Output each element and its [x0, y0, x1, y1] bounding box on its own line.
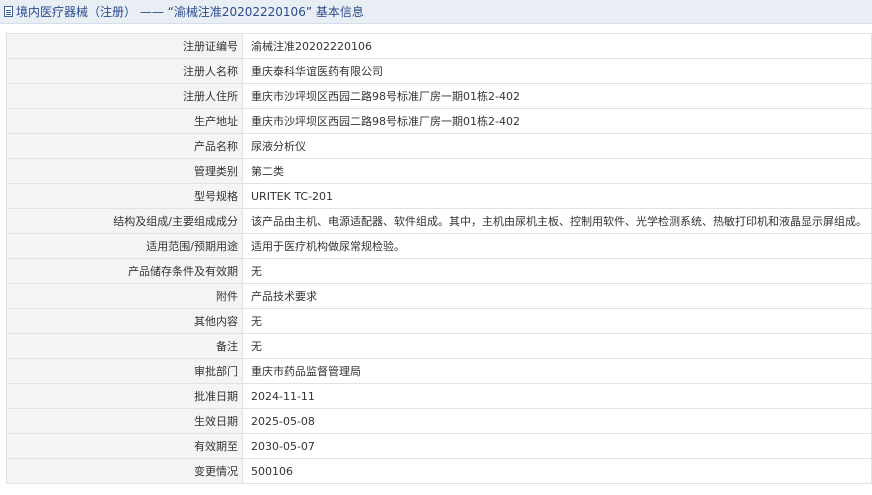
- row-value: 适用于医疗机构做尿常规检验。: [242, 233, 872, 259]
- info-table: 注册证编号 渝械注准20202220106 注册人名称 重庆泰科华谊医药有限公司…: [6, 33, 872, 484]
- table-row: 结构及组成/主要组成成分 该产品由主机、电源适配器、软件组成。其中，主机由尿机主…: [6, 208, 872, 234]
- page-title: 境内医疗器械（注册） —— “渝械注准20202220106” 基本信息: [16, 5, 364, 19]
- table-row: 其他内容 无: [6, 308, 872, 334]
- table-row: 批准日期 2024-11-11: [6, 383, 872, 409]
- table-row: 注册人住所 重庆市沙坪坝区西园二路98号标准厂房一期01栋2-402: [6, 83, 872, 109]
- row-label: 备注: [6, 333, 243, 359]
- row-value: 重庆市药品监督管理局: [242, 358, 872, 384]
- row-value: URITEK TC-201: [242, 183, 872, 209]
- row-value: 该产品由主机、电源适配器、软件组成。其中，主机由尿机主板、控制用软件、光学检测系…: [242, 208, 872, 234]
- table-row: 注册证编号 渝械注准20202220106: [6, 33, 872, 59]
- row-label: 注册人名称: [6, 58, 243, 84]
- table-row: 产品储存条件及有效期 无: [6, 258, 872, 284]
- table-row: 型号规格 URITEK TC-201: [6, 183, 872, 209]
- table-row: 注册人名称 重庆泰科华谊医药有限公司: [6, 58, 872, 84]
- row-value: 无: [242, 333, 872, 359]
- row-value: 渝械注准20202220106: [242, 33, 872, 59]
- row-label: 注册人住所: [6, 83, 243, 109]
- row-label: 生效日期: [6, 408, 243, 434]
- table-row: 生产地址 重庆市沙坪坝区西园二路98号标准厂房一期01栋2-402: [6, 108, 872, 134]
- info-table-container: 注册证编号 渝械注准20202220106 注册人名称 重庆泰科华谊医药有限公司…: [6, 33, 872, 484]
- row-value: 无: [242, 258, 872, 284]
- row-label: 附件: [6, 283, 243, 309]
- row-label: 其他内容: [6, 308, 243, 334]
- row-label: 有效期至: [6, 433, 243, 459]
- row-value: 2025-05-08: [242, 408, 872, 434]
- row-value: 重庆泰科华谊医药有限公司: [242, 58, 872, 84]
- row-value: 尿液分析仪: [242, 133, 872, 159]
- row-label: 型号规格: [6, 183, 243, 209]
- row-label: 产品名称: [6, 133, 243, 159]
- row-label: 管理类别: [6, 158, 243, 184]
- row-value: 重庆市沙坪坝区西园二路98号标准厂房一期01栋2-402: [242, 83, 872, 109]
- table-row: 管理类别 第二类: [6, 158, 872, 184]
- row-label: 变更情况: [6, 458, 243, 484]
- row-value: 重庆市沙坪坝区西园二路98号标准厂房一期01栋2-402: [242, 108, 872, 134]
- row-label: 注册证编号: [6, 33, 243, 59]
- row-value: 2030-05-07: [242, 433, 872, 459]
- page-header: 境内医疗器械（注册） —— “渝械注准20202220106” 基本信息: [0, 0, 872, 24]
- row-label: 结构及组成/主要组成成分: [6, 208, 243, 234]
- row-value: 500106: [242, 458, 872, 484]
- table-row: 有效期至 2030-05-07: [6, 433, 872, 459]
- row-label: 批准日期: [6, 383, 243, 409]
- table-row: 变更情况 500106: [6, 458, 872, 484]
- row-value: 无: [242, 308, 872, 334]
- row-label: 生产地址: [6, 108, 243, 134]
- table-row: 审批部门 重庆市药品监督管理局: [6, 358, 872, 384]
- row-label: 适用范围/预期用途: [6, 233, 243, 259]
- table-row: 附件 产品技术要求: [6, 283, 872, 309]
- table-row: 备注 无: [6, 333, 872, 359]
- document-icon: [4, 6, 13, 17]
- table-row: 适用范围/预期用途 适用于医疗机构做尿常规检验。: [6, 233, 872, 259]
- row-value: 2024-11-11: [242, 383, 872, 409]
- table-row: 产品名称 尿液分析仪: [6, 133, 872, 159]
- row-value: 第二类: [242, 158, 872, 184]
- row-label: 产品储存条件及有效期: [6, 258, 243, 284]
- row-label: 审批部门: [6, 358, 243, 384]
- table-row: 生效日期 2025-05-08: [6, 408, 872, 434]
- row-value: 产品技术要求: [242, 283, 872, 309]
